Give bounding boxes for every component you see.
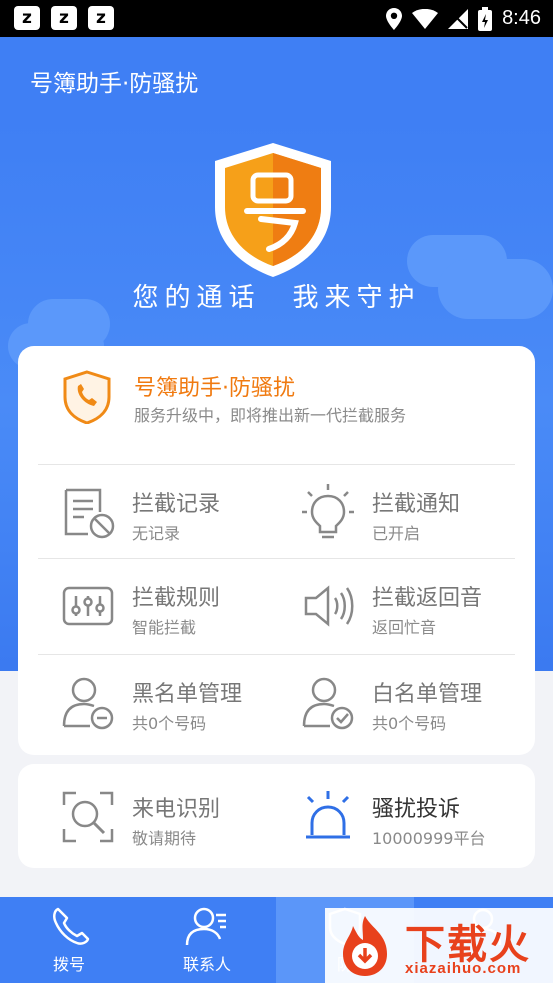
- intercept-notify-sub: 已开启: [372, 524, 421, 543]
- slogan-part1: 您的通话: [132, 283, 261, 313]
- harassment-report-label: 骚扰投诉: [372, 797, 461, 822]
- intercept-rules-sub: 智能拦截: [132, 618, 197, 637]
- shield-phone-icon: [63, 370, 111, 424]
- promo-title: 号簿助手·防骚扰: [134, 376, 295, 401]
- extras-card: 来电识别 敬请期待 骚扰投诉 10000999平台: [18, 764, 535, 868]
- intercept-return-tone-sub: 返回忙音: [372, 618, 437, 637]
- whitelist-sub: 共0个号码: [372, 714, 447, 733]
- harassment-report-button[interactable]: 骚扰投诉 10000999平台: [258, 769, 498, 863]
- features-card: 号簿助手·防骚扰 服务升级中，即将推出新一代拦截服务 拦截记录 无记录 拦截通知…: [18, 346, 535, 755]
- flame-logo-icon: [343, 916, 387, 976]
- intercept-records-sub: 无记录: [132, 524, 181, 543]
- wifi-icon: [412, 8, 439, 29]
- lightbulb-icon: [302, 484, 354, 539]
- promo-subtitle: 服务升级中，即将推出新一代拦截服务: [134, 406, 407, 425]
- intercept-notify-button[interactable]: 拦截通知 已开启: [258, 464, 498, 558]
- phone-icon: [53, 907, 90, 945]
- clock: 8:46: [502, 7, 541, 29]
- shield-logo-icon: [215, 143, 331, 277]
- promo-banner[interactable]: 号簿助手·防骚扰 服务升级中，即将推出新一代拦截服务: [18, 346, 535, 464]
- intercept-return-tone-button[interactable]: 拦截返回音 返回忙音: [258, 558, 498, 652]
- blacklist-button[interactable]: 黑名单管理 共0个号码: [18, 654, 258, 748]
- watermark: 下载火 xiazaihuo.com: [325, 908, 553, 983]
- location-icon: [386, 7, 403, 30]
- battery-charging-icon: [478, 6, 493, 31]
- caller-id-label: 来电识别: [132, 797, 221, 822]
- intercept-records-label: 拦截记录: [132, 492, 221, 517]
- tab-contacts-label: 联系人: [182, 955, 231, 974]
- scan-search-icon: [62, 791, 114, 843]
- status-icons: 8:46: [386, 0, 541, 37]
- intercept-rules-button[interactable]: 拦截规则 智能拦截: [18, 558, 258, 652]
- harassment-report-sub: 10000999平台: [372, 829, 486, 848]
- intercept-notify-label: 拦截通知: [372, 492, 461, 517]
- slogan-part2: 我来守护: [292, 283, 421, 313]
- blacklist-sub: 共0个号码: [132, 714, 207, 733]
- slogan: 您的通话 我来守护: [0, 277, 553, 314]
- notification-z-icon: z: [14, 6, 40, 30]
- contact-icon: [185, 907, 226, 946]
- tab-dial-label: 拨号: [52, 955, 85, 974]
- intercept-records-button[interactable]: 拦截记录 无记录: [18, 464, 258, 558]
- notification-z-icon: z: [51, 6, 77, 30]
- user-check-icon: [302, 677, 354, 730]
- tab-dial[interactable]: 拨号: [0, 897, 138, 983]
- whitelist-label: 白名单管理: [372, 682, 483, 707]
- no-signal-icon: [448, 8, 469, 29]
- alarm-light-icon: [306, 791, 350, 839]
- status-bar: z z z 8:46: [0, 0, 553, 37]
- intercept-rules-label: 拦截规则: [132, 586, 221, 611]
- caller-id-button[interactable]: 来电识别 敬请期待: [18, 769, 258, 863]
- watermark-url: xiazaihuo.com: [405, 960, 522, 977]
- document-block-icon: [64, 488, 115, 539]
- sliders-icon: [62, 586, 114, 626]
- app-title: 号簿助手·防骚扰: [30, 71, 199, 97]
- intercept-return-tone-label: 拦截返回音: [372, 586, 483, 611]
- speaker-icon: [304, 585, 354, 627]
- blacklist-label: 黑名单管理: [132, 682, 243, 707]
- caller-id-sub: 敬请期待: [132, 829, 197, 848]
- user-minus-icon: [62, 677, 114, 730]
- notification-z-icon: z: [88, 6, 114, 30]
- tab-contacts[interactable]: 联系人: [138, 897, 276, 983]
- whitelist-button[interactable]: 白名单管理 共0个号码: [258, 654, 498, 748]
